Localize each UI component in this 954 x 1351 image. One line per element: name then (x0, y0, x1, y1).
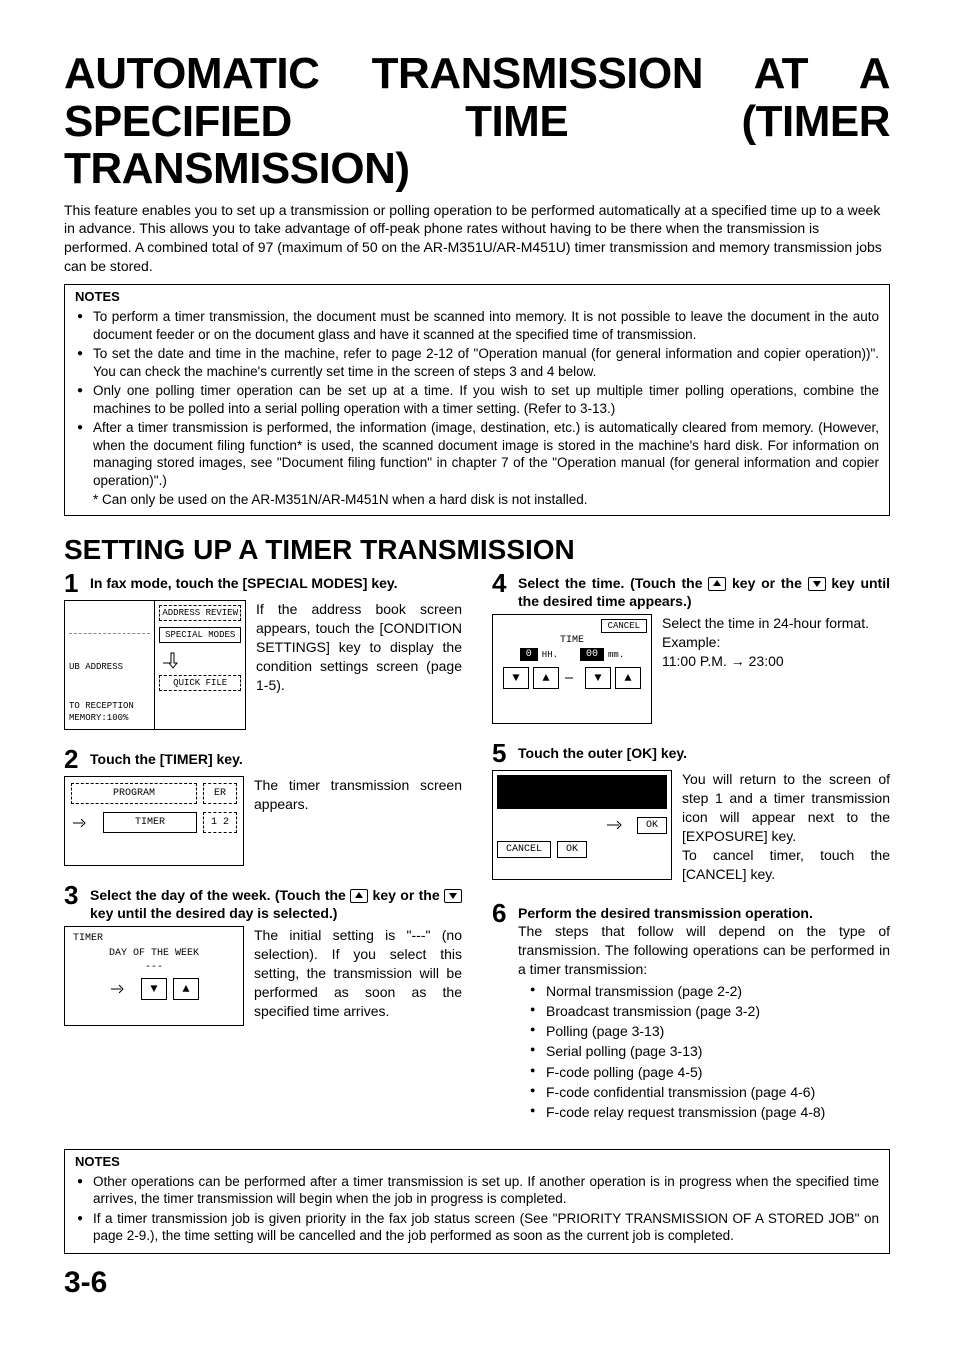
lcd-dark-area (497, 775, 667, 809)
step-title: Touch the [TIMER] key. (90, 750, 243, 768)
step-text: The initial setting is "---" (no selecti… (254, 926, 462, 1020)
steps-columns: 1 In fax mode, touch the [SPECIAL MODES]… (64, 570, 890, 1139)
lcd-button[interactable]: QUICK FILE (159, 675, 241, 691)
intro-paragraph: This feature enables you to set up a tra… (64, 201, 890, 277)
lcd-label: TIME (497, 635, 647, 646)
step-text: The steps that follow will depend on the… (518, 922, 890, 979)
notes-footnote: * Can only be used on the AR-M351N/AR-M4… (93, 491, 879, 509)
up-arrow-button[interactable]: ▲ (533, 667, 559, 689)
up-arrow-button[interactable]: ▲ (615, 667, 641, 689)
lcd-button[interactable]: ER (203, 783, 237, 804)
step-number: 3 (64, 882, 82, 908)
list-item: F-code relay request transmission (page … (530, 1102, 890, 1122)
step-text: You will return to the screen of step 1 … (682, 770, 890, 883)
page-number: 3-6 (64, 1266, 890, 1300)
lcd-button[interactable]: PROGRAM (71, 783, 197, 804)
note-item: After a timer transmission is performed,… (75, 419, 879, 489)
down-arrow-key-icon (808, 577, 826, 591)
lcd-screenshot: OK CANCEL OK (492, 770, 672, 880)
down-arrow-button[interactable]: ▼ (585, 667, 611, 689)
notes-box-bottom: NOTES Other operations can be performed … (64, 1149, 890, 1254)
lcd-button[interactable]: 1 2 (203, 812, 237, 833)
operation-list: Normal transmission (page 2-2) Broadcast… (530, 981, 890, 1123)
note-item: Only one polling timer operation can be … (75, 382, 879, 417)
step-title: Select the time. (Touch the key or the k… (518, 574, 890, 610)
right-column: 4 Select the time. (Touch the key or the… (492, 570, 890, 1139)
manual-page: AUTOMATIC TRANSMISSION AT A SPECIFIED TI… (0, 50, 954, 1320)
lcd-button[interactable]: ADDRESS REVIEW (159, 605, 241, 621)
list-item: F-code polling (page 4-5) (530, 1062, 890, 1082)
step-text: Select the time in 24-hour format. Examp… (662, 614, 890, 671)
lcd-text: MEMORY:100% (69, 712, 150, 725)
pointer-hand-icon (159, 649, 185, 669)
step-number: 2 (64, 746, 82, 772)
page-title: AUTOMATIC TRANSMISSION AT A SPECIFIED TI… (64, 50, 890, 193)
step-title: Select the day of the week. (Touch the k… (90, 886, 462, 922)
down-arrow-key-icon (444, 889, 462, 903)
lcd-text: TO RECEPTION (69, 700, 150, 713)
up-arrow-key-icon (708, 577, 726, 591)
lcd-minute-label: mm. (608, 650, 624, 660)
lcd-value: --- (69, 961, 239, 974)
list-item: F-code confidential transmission (page 4… (530, 1082, 890, 1102)
lcd-cancel-button[interactable]: CANCEL (497, 841, 551, 858)
notes-list: Other operations can be performed after … (75, 1173, 879, 1245)
lcd-screenshot: PROGRAM ER TIMER 1 2 (64, 776, 244, 866)
list-item: Serial polling (page 3-13) (530, 1041, 890, 1061)
lcd-title: TIMER (69, 931, 239, 946)
step-5: 5 Touch the outer [OK] key. OK CANCEL OK (492, 740, 890, 883)
step-3: 3 Select the day of the week. (Touch the… (64, 882, 462, 1026)
notes-box-top: NOTES To perform a timer transmission, t… (64, 284, 890, 516)
step-6: 6 Perform the desired transmission opera… (492, 900, 890, 1123)
lcd-cancel-button[interactable]: CANCEL (601, 619, 647, 633)
lcd-screenshot: UB ADDRESS TO RECEPTION MEMORY:100% ADDR… (64, 600, 246, 730)
list-item: Polling (page 3-13) (530, 1021, 890, 1041)
list-item: Broadcast transmission (page 3-2) (530, 1001, 890, 1021)
pointer-hand-icon (563, 668, 581, 688)
up-arrow-button[interactable]: ▲ (173, 978, 199, 1000)
pointer-hand-icon (71, 813, 97, 833)
notes-heading: NOTES (75, 1154, 879, 1171)
step-4: 4 Select the time. (Touch the key or the… (492, 570, 890, 724)
lcd-button[interactable]: SPECIAL MODES (159, 627, 241, 643)
step-text: If the address book screen appears, touc… (256, 600, 462, 694)
left-column: 1 In fax mode, touch the [SPECIAL MODES]… (64, 570, 462, 1139)
list-item: Normal transmission (page 2-2) (530, 981, 890, 1001)
step-title: In fax mode, touch the [SPECIAL MODES] k… (90, 574, 398, 592)
step-number: 4 (492, 570, 510, 596)
lcd-subtitle: DAY OF THE WEEK (69, 946, 239, 961)
note-item: Other operations can be performed after … (75, 1173, 879, 1208)
pointer-hand-icon (605, 815, 631, 835)
notes-heading: NOTES (75, 289, 879, 306)
step-1: 1 In fax mode, touch the [SPECIAL MODES]… (64, 570, 462, 730)
step-number: 6 (492, 900, 510, 926)
note-item: If a timer transmission job is given pri… (75, 1210, 879, 1245)
notes-list: To perform a timer transmission, the doc… (75, 308, 879, 489)
down-arrow-button[interactable]: ▼ (141, 978, 167, 1000)
lcd-screenshot: CANCEL TIME 0 HH. 00 mm. ▼ ▲ (492, 614, 652, 724)
down-arrow-button[interactable]: ▼ (503, 667, 529, 689)
step-title: Touch the outer [OK] key. (518, 744, 687, 762)
step-2: 2 Touch the [TIMER] key. PROGRAM ER TIME… (64, 746, 462, 866)
step-text: The timer transmission screen appears. (254, 776, 462, 814)
lcd-minute-value: 00 (580, 648, 604, 661)
lcd-hour-label: HH. (542, 650, 558, 660)
up-arrow-key-icon (350, 889, 368, 903)
pointer-hand-icon (109, 979, 135, 999)
lcd-ok-button[interactable]: OK (557, 841, 587, 858)
step-title: Perform the desired transmission operati… (518, 904, 890, 922)
step-number: 5 (492, 740, 510, 766)
note-item: To perform a timer transmission, the doc… (75, 308, 879, 343)
lcd-ok-button[interactable]: OK (637, 817, 667, 834)
lcd-button[interactable]: TIMER (103, 812, 197, 833)
step-number: 1 (64, 570, 82, 596)
lcd-text: UB ADDRESS (69, 661, 150, 674)
lcd-screenshot: TIMER DAY OF THE WEEK --- ▼ ▲ (64, 926, 244, 1026)
note-item: To set the date and time in the machine,… (75, 345, 879, 380)
lcd-hour-value: 0 (520, 648, 538, 661)
section-heading: SETTING UP A TIMER TRANSMISSION (64, 534, 890, 566)
